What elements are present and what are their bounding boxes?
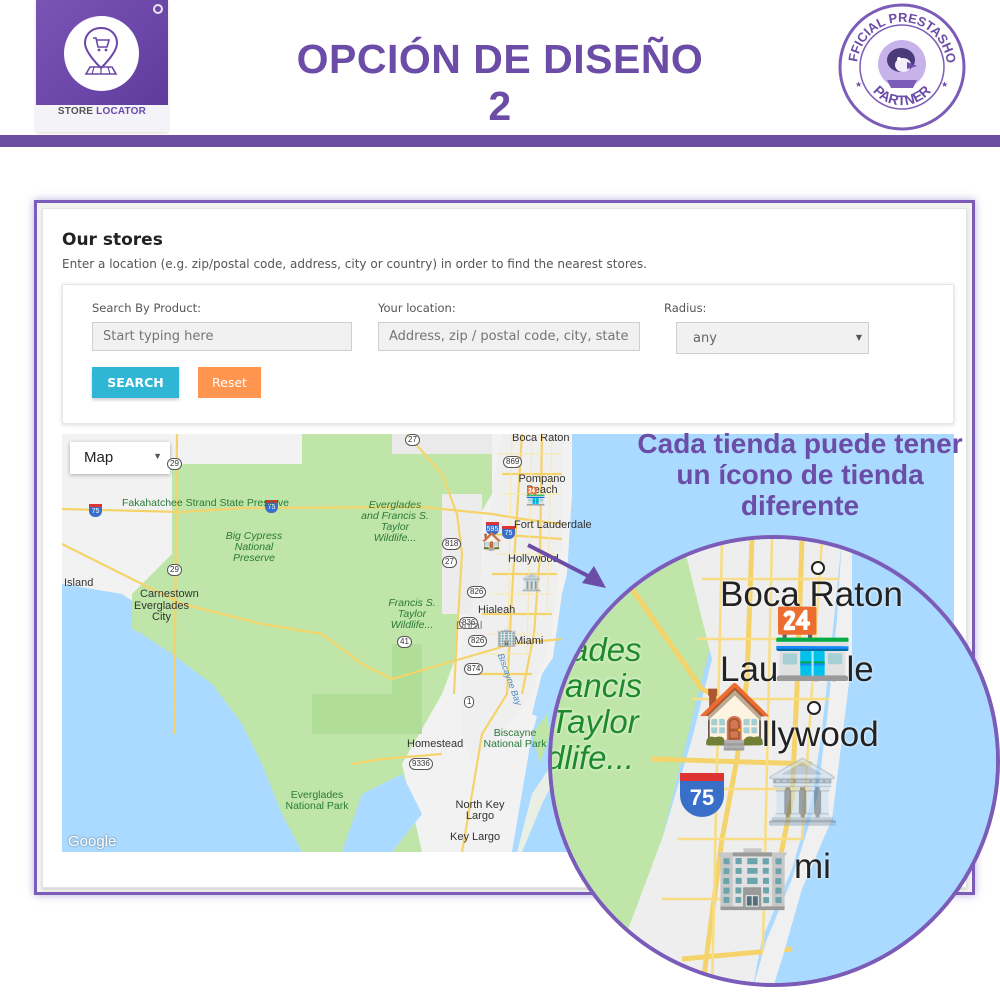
chevron-down-icon: ▼	[153, 451, 162, 461]
logo-caption-primary: STORE	[57, 106, 94, 117]
park-label: Everglades National Park	[285, 789, 349, 812]
route-shield: 27	[405, 434, 420, 446]
park-label: Everglades and Francis S. Taylor Wildlif…	[361, 499, 429, 544]
stores-title: Our stores	[62, 230, 163, 250]
place-label: Miami	[514, 635, 544, 647]
logo-caption-accent: LOCATOR	[96, 106, 147, 117]
magnified-park-label: rancis	[554, 667, 643, 704]
place-label: Hialeah	[478, 604, 516, 616]
logo-background	[36, 0, 168, 105]
puffin-mascot-icon	[878, 40, 926, 88]
map-type-selector[interactable]: Map ▼	[70, 442, 170, 474]
house-icon[interactable]: 🏠	[481, 534, 502, 551]
office-building-icon: 🏢	[714, 839, 792, 912]
logo-caption: STORE LOCATOR	[36, 106, 168, 117]
route-shield: 869	[503, 456, 523, 468]
route-shield: 818	[442, 538, 462, 550]
place-label: Key Largo	[450, 831, 501, 843]
magnified-label-hollywood: llywood	[762, 715, 879, 754]
route-shield: 9336	[409, 758, 433, 770]
your-location-input[interactable]	[378, 322, 640, 351]
search-button[interactable]: SEARCH	[92, 367, 179, 398]
google-attribution: Google	[68, 833, 117, 850]
place-label: Everglades City	[134, 600, 190, 623]
search-by-product-input[interactable]	[92, 322, 352, 351]
search-by-product-label: Search By Product:	[92, 301, 202, 315]
interstate-shield: 75	[89, 504, 102, 517]
park-label: Fakahatchee Strand State Preserve	[122, 497, 289, 509]
storefront-awning-icon: 🏪	[770, 605, 855, 684]
vendor-mark-icon	[153, 4, 163, 14]
chevron-down-icon: ▼	[855, 333, 862, 342]
place-label: Homestead	[407, 738, 464, 750]
house-icon: 🏠	[696, 679, 774, 752]
magnified-label-miami: mi	[794, 847, 831, 886]
svg-text:★: ★	[855, 80, 862, 89]
magnified-park-label: Taylor	[550, 703, 639, 740]
bank-building-icon[interactable]: 🏛️	[521, 575, 542, 592]
route-shield: 29	[167, 458, 182, 470]
park-label: Big Cypress National Preserve	[225, 530, 283, 564]
callout-text: Cada tienda puede tener un ícono de tien…	[637, 428, 963, 521]
magnified-park-label: dlife...	[548, 739, 635, 776]
search-form: Search By Product: Your location: Radius…	[62, 284, 954, 424]
route-shield: 874	[464, 663, 484, 675]
magnified-map-view: Boca Raton Lau dale llywood mi ades ranc…	[548, 535, 1000, 987]
magnified-interstate-shield: 75	[680, 773, 724, 817]
svg-text:★: ★	[941, 80, 948, 89]
place-label: Carnestown	[140, 588, 199, 600]
radius-label: Radius:	[664, 301, 707, 315]
cart-location-pin-icon	[83, 26, 119, 75]
route-shield: 27	[442, 556, 457, 568]
route-shield: 29	[167, 564, 182, 576]
bank-building-icon: 🏛️	[764, 755, 842, 828]
storefront-awning-icon[interactable]: 🏪	[525, 489, 546, 506]
place-label: Island	[64, 577, 94, 589]
route-shield: 826	[468, 635, 488, 647]
park-label: Francis S. Taylor Wildlife...	[388, 597, 436, 631]
page-title: OPCIÓN DE DISEÑO 2	[296, 36, 704, 129]
radius-selected-value: any	[693, 331, 717, 346]
magnified-park-label: ades	[570, 631, 642, 668]
place-label: North Key Largo	[455, 799, 505, 822]
header-divider	[0, 135, 1000, 147]
reset-button[interactable]: Reset	[198, 367, 261, 398]
your-location-label: Your location:	[378, 301, 456, 315]
place-label: Boca Raton	[512, 434, 570, 444]
park-label: Biscayne National Park	[483, 727, 547, 750]
office-building-icon[interactable]: 🏢	[496, 630, 517, 647]
radius-select[interactable]: any ▼	[676, 322, 869, 354]
route-shield: 826	[467, 586, 487, 598]
route-shield: 41	[397, 636, 412, 648]
place-label: Fort Lauderdale	[514, 519, 592, 531]
logo-circle	[64, 16, 139, 91]
store-locator-logo: STORE LOCATOR	[36, 0, 168, 132]
prestashop-partner-badge: OFFICIAL PRESTASHOP PARTNER ★ ★	[837, 2, 966, 131]
stores-description: Enter a location (e.g. zip/postal code, …	[62, 257, 647, 271]
map-type-value: Map	[84, 449, 114, 466]
place-label: Doral	[456, 620, 483, 632]
